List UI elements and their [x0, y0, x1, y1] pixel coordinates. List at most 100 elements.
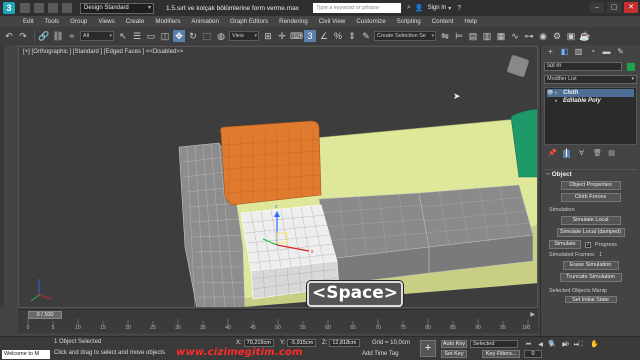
pan-icon[interactable]: ✋ — [590, 341, 599, 349]
modify-tab-icon[interactable]: ◧ — [560, 47, 569, 56]
select-object-icon[interactable]: ↖ — [117, 30, 129, 42]
menu-modifiers[interactable]: Modifiers — [150, 18, 186, 25]
y-coordinate-field[interactable]: -5,915cm — [287, 339, 317, 347]
viewport-label[interactable]: [+] [Orthographic ] [Standard ] [Edged F… — [23, 49, 183, 55]
menu-rendering[interactable]: Rendering — [274, 18, 314, 25]
undo-quick-icon[interactable] — [62, 3, 72, 13]
menu-group[interactable]: Group — [65, 18, 93, 25]
progress-checkbox[interactable]: ✓ — [585, 241, 591, 248]
menu-scripting[interactable]: Scripting — [392, 18, 427, 25]
select-move-icon[interactable]: ✥ — [173, 30, 185, 42]
perspective-viewport[interactable]: x z [+] [Orthographic ] [Standard ] [Edg… — [18, 46, 538, 308]
menu-graph-editors[interactable]: Graph Editors — [225, 18, 274, 25]
simulate-button[interactable]: Simulate — [549, 240, 581, 249]
go-to-start-icon[interactable]: ⏮ — [524, 341, 533, 349]
percent-snap-icon[interactable]: % — [332, 30, 344, 42]
toggle-scene-explorer-icon[interactable]: ▤ — [467, 30, 479, 42]
track-bar[interactable]: 0 5 10 15 20 25 30 35 40 45 50 55 60 65 … — [18, 319, 538, 333]
rendered-frame-window-icon[interactable]: ▣ — [565, 30, 577, 42]
zoom-all-icon[interactable]: ⊕ — [562, 341, 571, 349]
select-by-name-icon[interactable]: ☰ — [131, 30, 143, 42]
cloth-forces-button[interactable]: Cloth Forces — [560, 193, 621, 202]
show-end-result-icon[interactable]: ┃ — [563, 150, 570, 158]
align-icon[interactable]: ⊨ — [453, 30, 465, 42]
user-icon[interactable]: 👤 — [415, 4, 424, 12]
save-file-icon[interactable] — [48, 3, 58, 13]
link-icon[interactable]: 🔗 — [38, 30, 50, 42]
search-icon[interactable]: ⌕ — [407, 4, 411, 12]
app-logo[interactable]: 3 — [0, 0, 18, 16]
unlink-icon[interactable]: ⛓ — [52, 30, 64, 42]
erase-simulation-button[interactable]: Erase Simulation — [562, 261, 619, 270]
menu-help[interactable]: Help — [459, 18, 483, 25]
make-unique-icon[interactable]: ∀ — [578, 150, 585, 158]
close-button[interactable]: ✕ — [624, 2, 638, 13]
truncate-simulation-button[interactable]: Truncate Simulation — [559, 273, 622, 282]
maximize-button[interactable]: ▢ — [607, 2, 621, 13]
named-selection-set-dropdown[interactable]: Create Selection Se — [374, 31, 436, 41]
menu-tools[interactable]: Tools — [40, 18, 65, 25]
render-setup-icon[interactable]: ⚙ — [551, 30, 563, 42]
prev-frame-icon[interactable]: ◀ — [536, 341, 545, 349]
modifier-list-dropdown[interactable]: Modifier List — [544, 75, 637, 84]
stack-item-editable-poly[interactable]: ▸ Editable Poly — [547, 97, 634, 105]
keyboard-shortcut-override-icon[interactable]: ⌨ — [290, 30, 303, 42]
menu-customize[interactable]: Customize — [351, 18, 391, 25]
next-frame-arrow-icon[interactable]: ▶ — [530, 311, 535, 318]
utilities-tab-icon[interactable]: ✎ — [616, 47, 625, 56]
bind-spacewarp-icon[interactable]: ≈ — [66, 30, 78, 42]
expand-arrow-icon[interactable]: ▸ — [555, 90, 561, 96]
snaps-toggle-icon[interactable]: 3 — [304, 30, 316, 42]
stack-item-cloth[interactable]: 👁 ▸ Cloth — [547, 89, 634, 97]
key-mode-dropdown[interactable]: Selected — [470, 340, 518, 348]
new-file-icon[interactable] — [20, 3, 30, 13]
object-rollout-header[interactable]: Object — [544, 169, 637, 178]
menu-content[interactable]: Content — [427, 18, 460, 25]
schematic-view-icon[interactable]: ⊶ — [523, 30, 535, 42]
zoom-extents-icon[interactable]: ⛶ — [576, 341, 585, 349]
menu-edit[interactable]: Edit — [18, 18, 40, 25]
menu-views[interactable]: Views — [93, 18, 120, 25]
auto-key-button[interactable]: Auto Key — [441, 340, 467, 348]
expand-arrow-icon[interactable]: ▸ — [555, 98, 561, 104]
pivot-center-icon[interactable]: ⊞ — [262, 30, 274, 42]
time-slider[interactable]: 0 / 100 ▶ — [18, 309, 538, 319]
curve-editor-icon[interactable]: ∿ — [509, 30, 521, 42]
x-coordinate-field[interactable]: 79,219cm — [243, 339, 274, 347]
search-input[interactable]: Type a keyword or phrase — [312, 3, 401, 13]
simulate-local-button[interactable]: Simulate Local — [560, 216, 621, 225]
set-initial-state-button[interactable]: Set Initial State — [564, 296, 617, 303]
undo-icon[interactable]: ↶ — [3, 30, 15, 42]
create-tab-icon[interactable]: + — [546, 47, 555, 56]
spinner-snap-icon[interactable]: ⇕ — [346, 30, 358, 42]
pin-stack-icon[interactable]: 📌 — [548, 150, 557, 158]
minimize-button[interactable]: – — [590, 2, 604, 13]
simulate-local-damped-button[interactable]: Simulate Local (damped) — [556, 228, 625, 237]
zoom-icon[interactable]: 🔍 — [548, 341, 557, 349]
motion-tab-icon[interactable]: ◔ — [588, 47, 597, 56]
edit-named-sets-icon[interactable]: ✎ — [360, 30, 372, 42]
remove-modifier-icon[interactable]: 🗑 — [593, 150, 602, 158]
hierarchy-tab-icon[interactable]: ▥ — [574, 47, 583, 56]
reference-coord-dropdown[interactable]: View — [229, 31, 259, 41]
help-icon[interactable]: ? — [457, 5, 461, 12]
ribbon-icon[interactable]: ▦ — [495, 30, 507, 42]
current-frame-field[interactable]: 0 — [524, 350, 542, 358]
rect-selection-icon[interactable]: ▭ — [145, 30, 157, 42]
select-manipulate-icon[interactable]: ✛ — [276, 30, 288, 42]
mirror-icon[interactable]: ⇋ — [439, 30, 451, 42]
add-time-tag[interactable]: Add Time Tag — [362, 351, 399, 357]
open-file-icon[interactable] — [34, 3, 44, 13]
set-key-big-icon[interactable]: + — [420, 340, 436, 357]
z-coordinate-field[interactable]: 12,818cm — [329, 339, 360, 347]
render-production-icon[interactable]: ☕ — [579, 30, 591, 42]
select-place-icon[interactable]: ◍ — [215, 30, 227, 42]
time-slider-handle[interactable]: 0 / 100 — [28, 311, 62, 319]
menu-civil-view[interactable]: Civil View — [314, 18, 352, 25]
workspace-select[interactable]: Design Standard — [80, 2, 154, 14]
object-properties-button[interactable]: Object Properties — [560, 181, 621, 190]
display-tab-icon[interactable]: ▬ — [602, 47, 611, 56]
object-color-swatch[interactable] — [627, 62, 635, 71]
key-filters-button[interactable]: Key Filters... — [482, 350, 520, 358]
menu-animation[interactable]: Animation — [186, 18, 225, 25]
